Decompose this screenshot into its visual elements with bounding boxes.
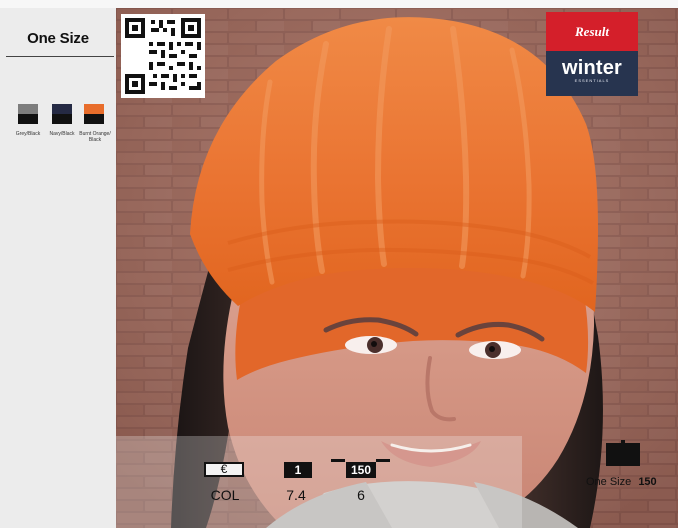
swatch-bottom-black [18, 114, 38, 124]
brand-sub: ESSENTIALS [574, 78, 610, 83]
product-page: One Size Grey/Black Navy/Black Burnt Ora… [0, 0, 678, 528]
left-panel: One Size Grey/Black Navy/Black Burnt Ora… [0, 8, 116, 528]
swatch-bottom-black [52, 114, 72, 124]
carton-line-left [331, 459, 345, 462]
product-info-overlay [116, 436, 522, 528]
swatch-bottom-black [84, 114, 104, 124]
swatch-label-burnt-orange-black: Burnt Orange/ Black [78, 131, 112, 143]
swatch-label-line-1: Grey/Black [15, 131, 41, 137]
bag-icon-body [606, 443, 640, 466]
weight-value: 7.4 [286, 487, 306, 503]
brand-bottom: winter ESSENTIALS [546, 51, 638, 96]
pack-badge: 1 [284, 462, 312, 478]
swatch-top-navy [52, 104, 72, 114]
bottom-right-size: One Size 150 [586, 476, 657, 488]
swatch-label-line-1: Navy/Black [49, 131, 75, 137]
euro-badge: € [204, 462, 244, 477]
qr-code[interactable] [121, 14, 205, 98]
swatch-top-grey [18, 104, 38, 114]
carton-value: 6 [357, 487, 365, 503]
brand-main: winter [561, 57, 623, 79]
swatch-top-orange [84, 104, 104, 114]
size-title: One Size [27, 30, 89, 47]
bag-icon [606, 440, 640, 466]
bottom-right-size-value: 150 [638, 476, 657, 488]
size-divider [6, 56, 114, 57]
swatch-label-navy-black: Navy/Black [45, 131, 79, 137]
swatch-burnt-orange-black [84, 104, 104, 124]
bottom-right-size-label: One Size [586, 476, 632, 488]
swatch-grey-black [18, 104, 38, 124]
swatch-navy-black [52, 104, 72, 124]
swatch-label-grey-black: Grey/Black [11, 131, 45, 137]
qr-code-icon [121, 14, 205, 98]
brand-logo: Result winter ESSENTIALS [546, 12, 638, 96]
swatch-label-line-2: Black [88, 137, 102, 143]
brand-top: Result [546, 12, 638, 51]
carton-badge: 150 [346, 462, 376, 478]
carton-line-right [376, 459, 390, 462]
top-strip [0, 0, 678, 8]
col-label: COL [210, 487, 240, 503]
